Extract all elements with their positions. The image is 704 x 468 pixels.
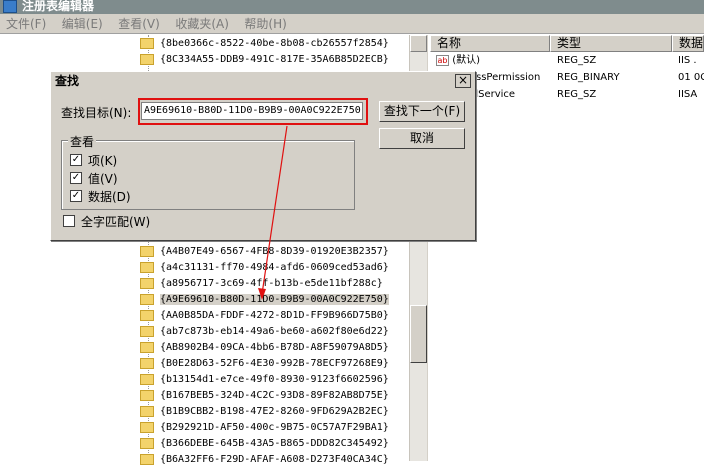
menu-bar: 文件(F) 编辑(E) 查看(V) 收藏夹(A) 帮助(H): [0, 14, 704, 34]
find-dialog: 查找 × 查找目标(N): A9E69610-B80D-11D0-B9B9-00…: [50, 71, 476, 241]
folder-icon: [140, 53, 154, 65]
folder-icon: [140, 453, 154, 465]
tree-key[interactable]: {ab7c873b-eb14-49a6-be60-a602f80e6d22}: [140, 324, 389, 340]
whole-match-checkbox[interactable]: [63, 215, 75, 227]
tree-key[interactable]: {B6A32FF6-F29D-AFAF-A608-D273F40CA34C}: [140, 452, 389, 468]
folder-icon: [140, 277, 154, 289]
menu-view[interactable]: 查看(V): [112, 14, 166, 34]
value-row[interactable]: ab (默认) REG_SZ IIS .: [430, 52, 704, 69]
data-checkbox[interactable]: ✓: [70, 190, 82, 202]
cancel-button[interactable]: 取消: [379, 128, 465, 149]
whole-match-label: 全字匹配(W): [81, 215, 151, 229]
tree-key[interactable]: {A4B07E49-6567-4FB8-8D39-01920E3B2357}: [140, 244, 389, 260]
menu-favorites[interactable]: 收藏夹(A): [169, 14, 235, 34]
folder-icon: [140, 389, 154, 401]
folder-icon: [140, 341, 154, 353]
tree-key[interactable]: {B1B9CBB2-B198-47E2-8260-9FD629A2B2EC}: [140, 404, 389, 420]
folder-icon: [140, 357, 154, 369]
string-value-icon: ab: [436, 54, 449, 66]
data-option-label: 数据(D): [88, 190, 131, 204]
tree-key[interactable]: {AA0B85DA-FDDF-4272-8D1D-FF9B966D75B0}: [140, 308, 389, 324]
find-target-label: 查找目标(N):: [61, 106, 132, 120]
folder-icon: [140, 325, 154, 337]
menu-edit[interactable]: 编辑(E): [56, 14, 109, 34]
dialog-title: 查找: [55, 74, 80, 88]
tree-key[interactable]: {B0E28D63-52F6-4E30-992B-78ECF97268E9}: [140, 356, 389, 372]
folder-icon: [140, 437, 154, 449]
column-header-name[interactable]: 名称: [430, 35, 550, 52]
tree-key-selected[interactable]: {A9E69610-B80D-11D0-B9B9-00A0C922E750}: [140, 292, 389, 308]
find-next-button[interactable]: 查找下一个(F): [379, 101, 465, 122]
window-title-bar: 注册表编辑器: [0, 0, 704, 14]
folder-icon: [140, 293, 154, 305]
folder-icon: [140, 261, 154, 273]
values-checkbox[interactable]: ✓: [70, 172, 82, 184]
keys-option-label: 项(K): [88, 154, 118, 168]
tree-key[interactable]: {8C334A55-DDB9-491C-817E-35A6B85D2ECB}: [140, 52, 389, 68]
scroll-thumb[interactable]: [410, 305, 427, 363]
folder-icon: [140, 421, 154, 433]
folder-icon: [140, 309, 154, 321]
tree-key[interactable]: {a8956717-3c69-4ff-b13b-e5de11bf288c}: [140, 276, 383, 292]
tree-key[interactable]: {B167BEB5-324D-4C2C-93D8-89F82AB8D75E}: [140, 388, 389, 404]
look-at-label: 查看: [68, 133, 97, 150]
menu-help[interactable]: 帮助(H): [238, 14, 292, 34]
window-title: 注册表编辑器: [22, 0, 95, 13]
column-header-type[interactable]: 类型: [550, 35, 672, 52]
folder-icon: [140, 405, 154, 417]
values-option-label: 值(V): [88, 172, 118, 186]
regedit-app-icon: [3, 0, 17, 13]
keys-checkbox[interactable]: ✓: [70, 154, 82, 166]
tree-key[interactable]: {8be0366c-8522-40be-8b08-cb26557f2854}: [140, 36, 389, 52]
column-header-data[interactable]: 数据: [672, 35, 704, 52]
tree-key[interactable]: {a4c31131-ff70-4984-afd6-0609ced53ad6}: [140, 260, 389, 276]
look-at-group: 查看 ✓ 项(K) ✓ 值(V) ✓ 数据(D): [61, 133, 355, 210]
close-button[interactable]: ×: [455, 74, 471, 88]
highlight-box: [138, 98, 368, 125]
tree-key[interactable]: {AB8902B4-09CA-4bb6-B78D-A8F59079A8D5}: [140, 340, 389, 356]
tree-key[interactable]: {B366DEBE-645B-43A5-B865-DDD82C345492}: [140, 436, 389, 452]
menu-file[interactable]: 文件(F): [0, 14, 52, 34]
scroll-up-button[interactable]: [410, 35, 427, 52]
folder-icon: [140, 245, 154, 257]
tree-key[interactable]: {B292921D-AF50-400c-9B75-0C57A7F29BA1}: [140, 420, 389, 436]
folder-icon: [140, 37, 154, 49]
folder-icon: [140, 373, 154, 385]
tree-key[interactable]: {b13154d1-e7ce-49f0-8930-9123f6602596}: [140, 372, 389, 388]
